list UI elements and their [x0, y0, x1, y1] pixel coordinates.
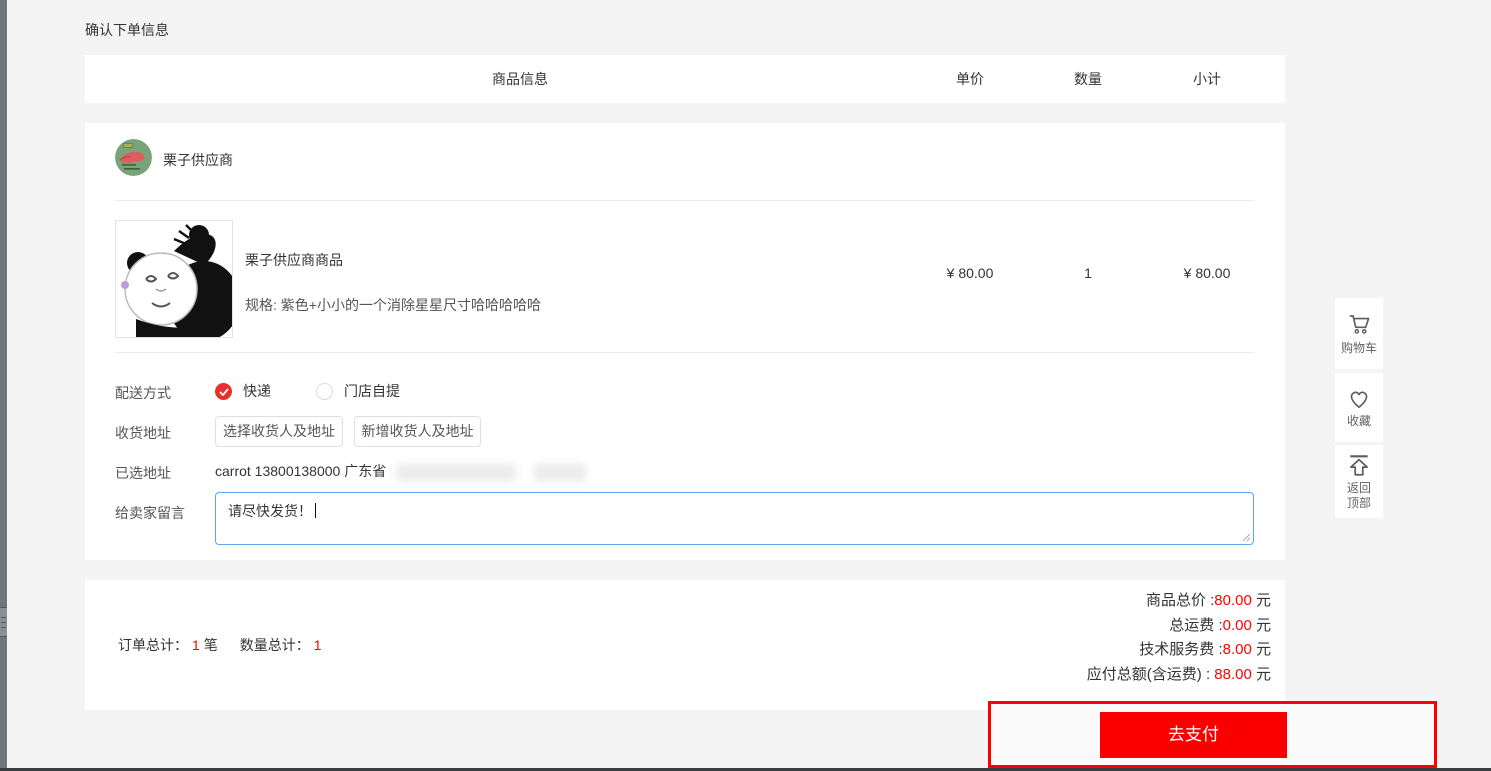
- order-total-label: 订单总计：: [118, 637, 188, 653]
- summary-line-payable-total: 应付总额(含运费) : 88.00 元: [1086, 666, 1271, 684]
- store-name: 栗子供应商: [163, 152, 233, 168]
- column-header-unit-price: 单价: [956, 71, 984, 87]
- order-card: 栗子供应商 栗子供应商商品 规格: 紫色+小小的一个消除星星尺寸哈哈哈哈哈 ¥ …: [85, 123, 1285, 560]
- order-table-header: 商品信息 单价 数量 小计: [85, 55, 1285, 103]
- message-textarea[interactable]: 请尽快发货！: [215, 492, 1254, 545]
- quantity-total-label: 数量总计：: [239, 637, 310, 653]
- product-unit-price: ¥ 80.00: [946, 265, 994, 281]
- delivery-method-options: 快递 门店自提: [215, 376, 400, 406]
- seller-message-label: 给卖家留言: [115, 505, 185, 521]
- back-to-top-icon: [1350, 454, 1368, 476]
- back-to-top-label: 返回顶部: [1346, 480, 1371, 510]
- summary-line-goods-total: 商品总价 :80.00 元: [1145, 592, 1271, 609]
- order-confirm-page: 确认下单信息 商品信息 单价 数量 小计 栗子供应商 栗子供应商商品 规格: 紫…: [0, 0, 1491, 771]
- column-header-subtotal: 小计: [1193, 71, 1221, 87]
- heart-icon: [1350, 391, 1368, 409]
- summary-line-shipping-fee: 总运费 :0.00 元: [1169, 616, 1271, 634]
- resize-grip-icon[interactable]: [1241, 532, 1251, 542]
- window-edge-strip: [0, 0, 7, 771]
- order-totals: 订单总计： 1 笔数量总计： 1: [118, 630, 326, 660]
- column-header-quantity: 数量: [1074, 71, 1102, 87]
- message-text: 请尽快发货！: [228, 503, 312, 519]
- product-subtotal: ¥ 80.00: [1183, 265, 1231, 281]
- address-redacted-block: [534, 463, 586, 481]
- product-image[interactable]: [115, 220, 240, 341]
- summary-card: 订单总计： 1 笔数量总计： 1 商品总价 :80.00 元 总运费 :0.00 元 …: [85, 580, 1285, 710]
- price-summary: 商品总价 :80.00 元 总运费 :0.00 元 技术服务费 :8.00 元 …: [1087, 589, 1271, 688]
- column-header-product-info: 商品信息: [492, 71, 548, 87]
- order-total-value: 1: [192, 637, 200, 653]
- selected-address-label: 已选地址: [115, 465, 171, 481]
- radio-store-pickup[interactable]: 门店自提: [316, 381, 400, 401]
- cart-label: 购物车: [1340, 341, 1377, 355]
- divider: [115, 200, 1255, 201]
- radio-express[interactable]: 快递: [215, 381, 271, 401]
- radio-unchecked-icon[interactable]: [316, 382, 333, 400]
- order-total-unit: 笔: [203, 637, 218, 653]
- divider: [115, 352, 1255, 353]
- delivery-method-label: 配送方式: [115, 385, 171, 401]
- selected-address-text: carrot 13800138000 广东省: [215, 463, 387, 479]
- window-edge-grip-icon: [0, 607, 7, 637]
- product-spec: 规格: 紫色+小小的一个消除星星尺寸哈哈哈哈哈: [245, 297, 541, 313]
- product-name: 栗子供应商商品: [245, 252, 343, 268]
- store-avatar: [115, 139, 152, 176]
- quantity-total-value: 1: [313, 637, 322, 653]
- cart-icon: [1349, 315, 1370, 334]
- product-quantity: 1: [1084, 265, 1092, 281]
- floating-cart-button[interactable]: 购物车: [1335, 298, 1383, 369]
- favorites-label: 收藏: [1346, 414, 1371, 428]
- select-address-button[interactable]: 选择收货人及地址: [215, 416, 343, 447]
- radio-express-label[interactable]: 快递: [243, 381, 271, 401]
- back-to-top-button[interactable]: 返回顶部: [1335, 445, 1383, 518]
- floating-favorites-button[interactable]: 收藏: [1335, 373, 1383, 442]
- radio-checked-icon[interactable]: [215, 382, 232, 400]
- pay-button[interactable]: 去支付: [1100, 712, 1287, 758]
- radio-store-pickup-label[interactable]: 门店自提: [344, 381, 400, 401]
- shipping-address-label: 收货地址: [115, 425, 171, 441]
- add-address-button[interactable]: 新增收货人及地址: [354, 416, 481, 447]
- summary-line-service-fee: 技术服务费 :8.00 元: [1139, 641, 1271, 659]
- address-redacted-block: [396, 463, 517, 481]
- text-caret: [315, 503, 316, 518]
- selected-address-value: carrot 13800138000 广东省: [215, 461, 586, 481]
- page-title: 确认下单信息: [85, 22, 169, 38]
